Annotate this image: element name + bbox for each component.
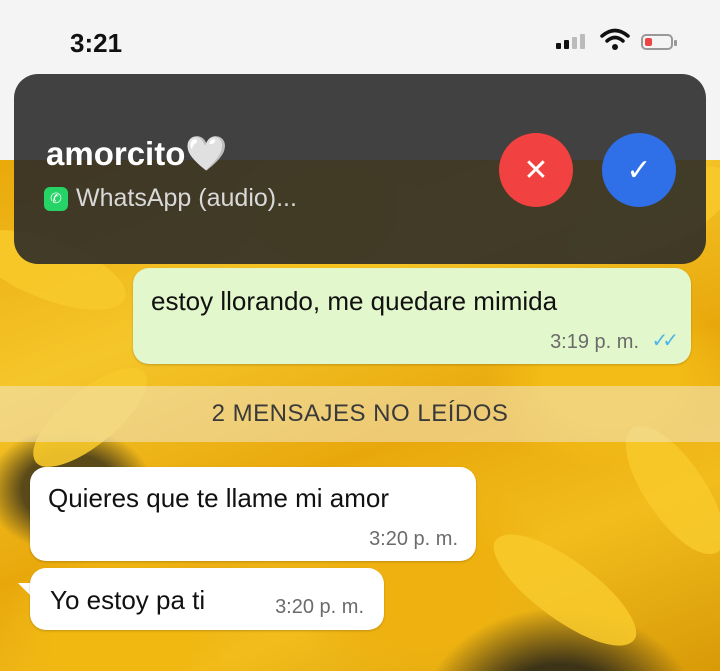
message-time: 3:20 p. m. bbox=[369, 528, 458, 550]
message-text: estoy llorando, me quedare mimida bbox=[151, 286, 558, 316]
heart-icon: 🤍 bbox=[185, 135, 228, 173]
call-type-label: WhatsApp (audio)... bbox=[76, 184, 297, 212]
battery-icon bbox=[641, 34, 677, 50]
unread-separator: 2 MENSAJES NO LEÍDOS bbox=[0, 386, 720, 442]
status-bar: 3:21 bbox=[0, 0, 720, 74]
wifi-icon bbox=[600, 28, 630, 57]
status-time: 3:21 bbox=[70, 28, 123, 58]
accept-icon: ✓ bbox=[626, 153, 652, 187]
message-time: 3:19 p. m. bbox=[550, 331, 639, 353]
incoming-message[interactable]: Yo estoy pa ti 3:20 p. m. bbox=[30, 568, 384, 630]
whatsapp-icon: ✆ bbox=[44, 186, 68, 211]
message-text: Yo estoy pa ti bbox=[50, 585, 206, 615]
read-ticks-icon: ✓✓ bbox=[651, 330, 678, 352]
outgoing-message[interactable]: estoy llorando, me quedare mimida 3:19 p… bbox=[133, 268, 691, 364]
accept-call-button[interactable]: ✓ bbox=[602, 133, 676, 207]
decline-call-button[interactable]: ✕ bbox=[499, 133, 573, 207]
message-time: 3:20 p. m. bbox=[275, 596, 364, 618]
signal-icon bbox=[556, 34, 585, 49]
message-text: Quieres que te llame mi amor bbox=[48, 483, 390, 513]
unread-separator-label: 2 MENSAJES NO LEÍDOS bbox=[211, 400, 509, 427]
incoming-call-banner[interactable]: amorcito🤍 ✆ WhatsApp (audio)... ✕ ✓ bbox=[14, 74, 706, 264]
call-subtitle: ✆ WhatsApp (audio)... bbox=[44, 184, 297, 213]
incoming-message[interactable]: Quieres que te llame mi amor 3:20 p. m. bbox=[30, 467, 476, 561]
caller-name: amorcito🤍 bbox=[46, 135, 228, 173]
decline-icon: ✕ bbox=[523, 153, 549, 187]
